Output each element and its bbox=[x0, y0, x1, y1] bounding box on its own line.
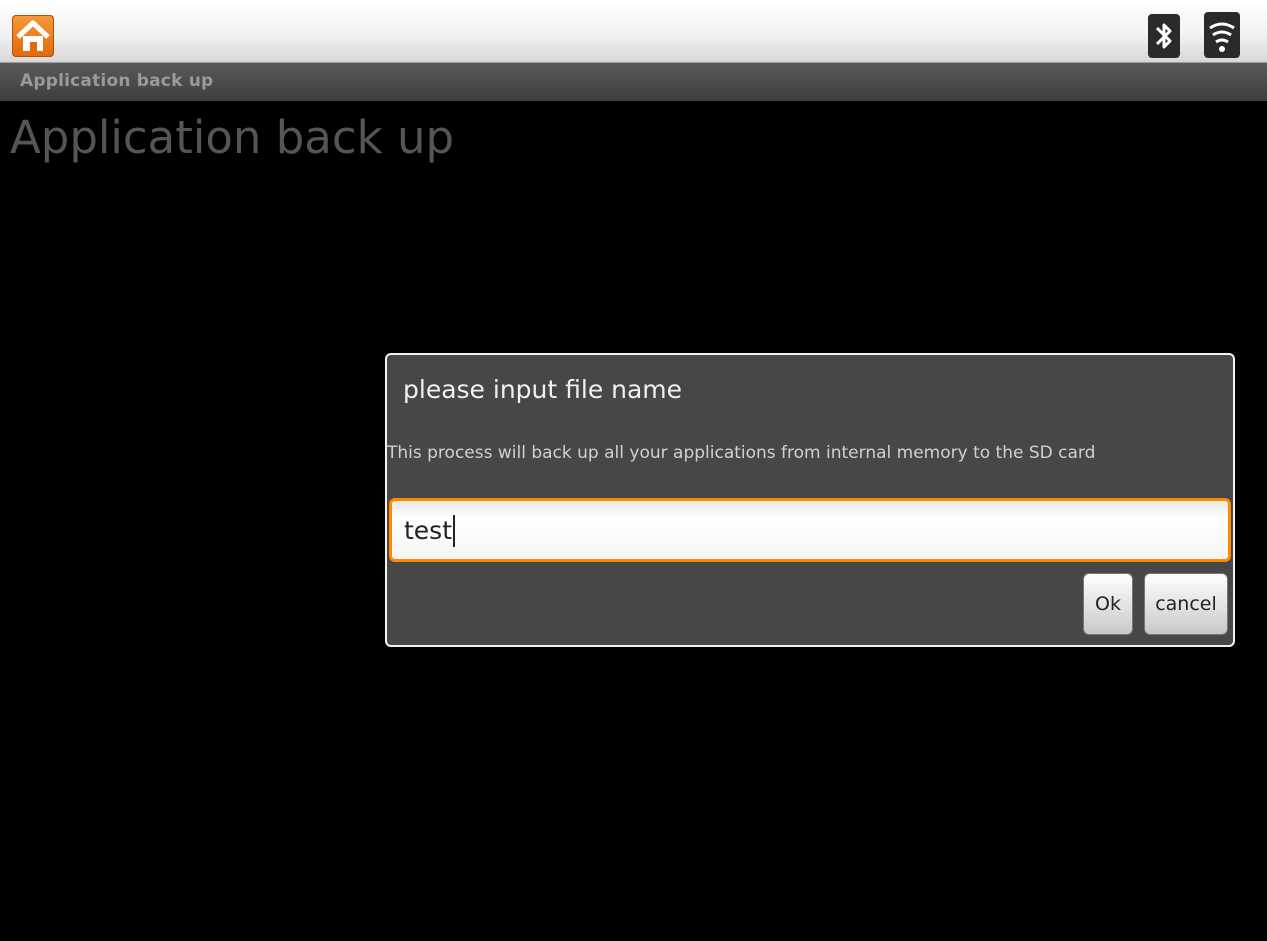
bluetooth-icon bbox=[1148, 14, 1180, 58]
dialog-message: This process will back up all your appli… bbox=[387, 443, 1096, 463]
ok-button[interactable]: Ok bbox=[1083, 573, 1133, 635]
home-icon[interactable] bbox=[12, 15, 54, 57]
app-title-bar: Application back up bbox=[0, 63, 1267, 101]
file-name-input[interactable] bbox=[392, 501, 1228, 559]
page-title: Application back up bbox=[10, 111, 455, 164]
file-name-field-frame bbox=[389, 498, 1231, 562]
cancel-button[interactable]: cancel bbox=[1144, 573, 1228, 635]
file-name-dialog: please input file name This process will… bbox=[385, 353, 1235, 647]
text-cursor bbox=[453, 515, 455, 547]
app-title-label: Application back up bbox=[20, 71, 214, 91]
wifi-icon bbox=[1204, 12, 1240, 58]
status-bar bbox=[0, 0, 1267, 63]
dialog-title: please input file name bbox=[403, 375, 683, 404]
